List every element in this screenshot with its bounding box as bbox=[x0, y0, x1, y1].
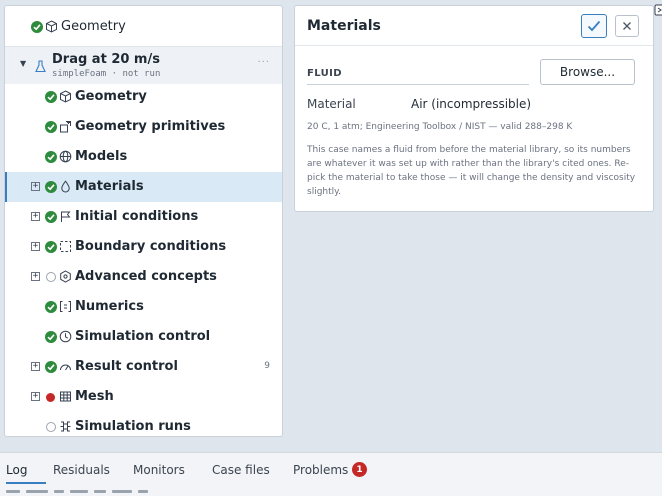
check-icon bbox=[587, 20, 601, 32]
dashed-square-icon bbox=[59, 240, 72, 253]
browse-button[interactable]: Browse... bbox=[540, 59, 635, 85]
tree-item-label: Numerics bbox=[75, 299, 144, 314]
status-ok-icon bbox=[45, 121, 57, 133]
panel-title: Materials bbox=[307, 18, 381, 34]
tree-item-simulation-control[interactable]: Simulation control bbox=[5, 322, 282, 352]
tree-item-geometry[interactable]: Geometry bbox=[5, 82, 282, 112]
tab-case-files[interactable]: Case files bbox=[212, 463, 270, 477]
expand-icon[interactable]: + bbox=[31, 362, 40, 371]
tree-item-label: Geometry bbox=[75, 89, 147, 104]
tree-item-label: Simulation runs bbox=[75, 419, 191, 434]
tree-item-mesh[interactable]: + Mesh bbox=[5, 382, 282, 412]
log-text-fragment bbox=[112, 490, 132, 493]
droplet-icon bbox=[59, 180, 72, 193]
tree-item-geometry-top[interactable]: Geometry bbox=[5, 12, 282, 42]
status-ok-icon bbox=[45, 211, 57, 223]
clock-icon bbox=[59, 330, 72, 343]
globe-icon bbox=[59, 150, 72, 163]
material-note: This case names a fluid from before the … bbox=[307, 145, 636, 197]
section-label: FLUID bbox=[307, 68, 342, 79]
expand-icon[interactable]: + bbox=[31, 392, 40, 401]
case-title: Drag at 20 m/s bbox=[52, 52, 160, 67]
tree-item-label: Models bbox=[75, 149, 128, 164]
materials-panel: Materials FLUID Browse... Material Air (… bbox=[294, 5, 654, 212]
shape-add-icon bbox=[59, 120, 72, 133]
material-source: 20 C, 1 atm; Engineering Toolbox / NIST … bbox=[307, 122, 573, 132]
status-ok-icon bbox=[45, 181, 57, 193]
status-ok-icon bbox=[45, 331, 57, 343]
tab-log[interactable]: Log bbox=[6, 453, 46, 485]
close-button[interactable] bbox=[615, 15, 639, 37]
status-ok-icon bbox=[45, 241, 57, 253]
tab-problems[interactable]: Problems bbox=[293, 463, 348, 477]
tab-residuals[interactable]: Residuals bbox=[53, 463, 110, 477]
flask-icon bbox=[35, 58, 46, 77]
status-ok-icon bbox=[45, 301, 57, 313]
tree-item-label: Geometry primitives bbox=[75, 119, 226, 134]
log-text-fragment bbox=[138, 490, 148, 493]
tree-item-label: Geometry bbox=[61, 19, 126, 34]
cube-icon bbox=[45, 20, 58, 33]
tree-item-label: Result control bbox=[75, 359, 178, 374]
expand-icon[interactable]: + bbox=[31, 212, 40, 221]
tree-item-label: Advanced concepts bbox=[75, 269, 217, 284]
collapse-panel-icon[interactable] bbox=[654, 3, 662, 17]
cube-icon bbox=[59, 90, 72, 103]
tree-item-simulation-runs[interactable]: Simulation runs bbox=[5, 412, 282, 436]
log-text-fragment bbox=[6, 490, 20, 493]
tree-item-geometry-primitives[interactable]: Geometry primitives bbox=[5, 112, 282, 142]
status-error-icon bbox=[46, 393, 55, 402]
tree-item-label: Mesh bbox=[75, 389, 114, 404]
material-value: Air (incompressible) bbox=[411, 97, 532, 111]
app-window: Geometry ▼ Drag at 20 m/s simpleFoam · n… bbox=[0, 0, 662, 496]
hexagon-icon bbox=[59, 270, 72, 283]
grid-icon bbox=[59, 390, 72, 403]
case-tree: Geometry ▼ Drag at 20 m/s simpleFoam · n… bbox=[4, 5, 283, 437]
tree-item-advanced-concepts[interactable]: + Advanced concepts bbox=[5, 262, 282, 292]
expand-icon[interactable]: + bbox=[31, 182, 40, 191]
tree-item-boundary-conditions[interactable]: + Boundary conditions bbox=[5, 232, 282, 262]
log-output-peek bbox=[0, 487, 200, 496]
tree-item-label: Boundary conditions bbox=[75, 239, 227, 254]
apply-button[interactable] bbox=[581, 14, 607, 38]
more-options-icon[interactable]: ··· bbox=[257, 57, 270, 68]
tree-item-result-control[interactable]: + Result control 9 bbox=[5, 352, 282, 382]
status-ok-icon bbox=[45, 151, 57, 163]
status-ok-icon bbox=[45, 361, 57, 373]
status-ok-icon bbox=[45, 91, 57, 103]
tree-item-label: Initial conditions bbox=[75, 209, 199, 224]
material-label: Material bbox=[307, 97, 356, 111]
log-text-fragment bbox=[26, 490, 48, 493]
bug-icon bbox=[59, 420, 72, 433]
case-header[interactable]: ▼ Drag at 20 m/s simpleFoam · not run ··… bbox=[5, 47, 282, 84]
active-tab-indicator bbox=[6, 482, 46, 484]
tree-item-label: Simulation control bbox=[75, 329, 211, 344]
status-ok-icon bbox=[31, 21, 43, 33]
tree-item-label: Materials bbox=[75, 179, 144, 194]
tab-monitors[interactable]: Monitors bbox=[133, 463, 185, 477]
log-text-fragment bbox=[94, 490, 106, 493]
expand-icon[interactable]: + bbox=[31, 272, 40, 281]
tree-item-numerics[interactable]: Numerics bbox=[5, 292, 282, 322]
panel-header: Materials bbox=[295, 6, 653, 46]
log-text-fragment bbox=[70, 490, 88, 493]
tab-label: Log bbox=[6, 463, 28, 477]
log-text-fragment bbox=[54, 490, 64, 493]
tree-item-initial-conditions[interactable]: + Initial conditions bbox=[5, 202, 282, 232]
tree-item-materials[interactable]: + Materials bbox=[5, 172, 282, 202]
tree-item-models[interactable]: Models bbox=[5, 142, 282, 172]
problems-count-badge: 1 bbox=[352, 462, 367, 477]
caret-down-icon[interactable]: ▼ bbox=[20, 59, 26, 68]
status-pending-icon bbox=[46, 272, 56, 282]
flag-icon bbox=[59, 210, 72, 223]
gauge-icon bbox=[59, 360, 72, 373]
case-subtitle: simpleFoam · not run bbox=[52, 69, 161, 79]
result-count: 9 bbox=[264, 361, 270, 371]
expand-icon[interactable]: + bbox=[31, 242, 40, 251]
bracket-box-icon bbox=[59, 300, 72, 313]
status-pending-icon bbox=[46, 422, 56, 432]
close-icon bbox=[623, 22, 631, 30]
divider bbox=[307, 84, 529, 85]
